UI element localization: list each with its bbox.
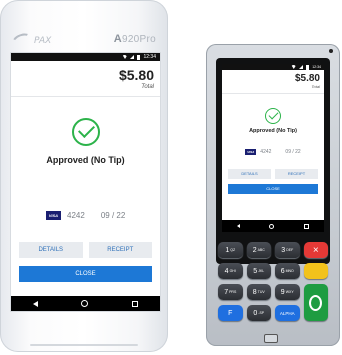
details-button[interactable]: DETAILS	[19, 242, 83, 258]
card-reader-icon	[264, 334, 278, 343]
key-9[interactable]: 9 WXY	[275, 284, 300, 300]
receipt-button[interactable]: RECEIPT	[275, 169, 318, 179]
action-row: DETAILS RECEIPT	[222, 169, 324, 179]
enter-key[interactable]	[303, 284, 328, 321]
recents-icon[interactable]	[304, 223, 310, 229]
key-6[interactable]: 6 MNO	[275, 263, 300, 279]
key-2[interactable]: 2 ABC	[246, 242, 271, 258]
divider	[222, 93, 324, 94]
card-last4: 4242	[67, 211, 85, 220]
pax-logo: PAX	[10, 30, 51, 51]
status-bar: 12:34	[11, 53, 160, 61]
device-chin	[30, 344, 138, 346]
card-info: VISA 4242 09 / 22	[11, 211, 160, 220]
signal-icon	[299, 65, 304, 69]
card-expiry: 09 / 22	[285, 149, 301, 155]
total-label: Total	[311, 84, 320, 89]
battery-icon	[306, 64, 310, 70]
action-row: DETAILS RECEIPT	[11, 242, 160, 258]
close-button[interactable]: CLOSE	[228, 184, 318, 194]
screen: 12:34 $5.80 Total Approved (No Tip) VISA…	[222, 64, 324, 232]
key-f[interactable]: F	[218, 305, 243, 321]
key-8[interactable]: 8 TUV	[246, 284, 271, 300]
home-icon[interactable]	[269, 223, 275, 229]
check-circle-icon	[265, 108, 281, 124]
recents-icon[interactable]	[132, 300, 139, 307]
model-label: A920Pro	[113, 33, 156, 45]
details-button[interactable]: DETAILS	[228, 169, 271, 179]
receipt-button[interactable]: RECEIPT	[88, 242, 152, 258]
key-3[interactable]: 3 DEF	[275, 242, 300, 258]
clock: 12:34	[312, 65, 321, 69]
divider	[11, 96, 160, 97]
visa-icon: VISA	[45, 211, 62, 220]
battery-icon	[137, 54, 141, 60]
approval-status: Approved (No Tip)	[46, 155, 125, 165]
check-circle-icon	[71, 118, 100, 146]
keypad: 1QZ 2ABC 3DEF 4GHI 5JKL 6MNO 7PRS 8TUV 9…	[218, 242, 328, 321]
card-expiry: 09 / 22	[100, 211, 126, 220]
total-label: Total	[141, 84, 154, 90]
signal-icon	[130, 55, 135, 59]
key-1[interactable]: 1 QZ	[218, 242, 243, 258]
terminal-keypad: 12:34 $5.80 Total Approved (No Tip) VISA…	[206, 44, 340, 346]
terminal-a920pro: PAX A920Pro 12:34 $5.80 Total Approved (…	[0, 0, 168, 352]
key-5[interactable]: 5 JKL	[246, 263, 271, 279]
key-7[interactable]: 7 PRS	[218, 284, 243, 300]
wifi-icon	[122, 55, 128, 59]
close-button[interactable]: CLOSE	[19, 266, 152, 282]
clear-key[interactable]	[303, 263, 328, 279]
back-icon[interactable]	[32, 300, 38, 307]
wifi-icon	[291, 65, 297, 69]
key-4[interactable]: 4 GHI	[218, 263, 243, 279]
key-alpha[interactable]: ALPHA	[275, 305, 300, 321]
approval-status: Approved (No Tip)	[249, 128, 297, 134]
key-0[interactable]: 0 -SP	[246, 305, 271, 321]
cancel-key[interactable]	[303, 242, 328, 258]
amount: $5.80	[294, 73, 320, 84]
clock: 12:34	[143, 54, 156, 60]
home-icon[interactable]	[81, 300, 89, 307]
card-last4: 4242	[260, 149, 272, 155]
card-info: VISA 4242 09 / 22	[222, 149, 324, 155]
camera-icon	[329, 49, 333, 53]
amount: $5.80	[118, 67, 154, 83]
android-nav-bar	[11, 296, 160, 311]
visa-icon: VISA	[245, 149, 257, 155]
back-icon[interactable]	[236, 224, 240, 228]
screen: 12:34 $5.80 Total Approved (No Tip) VISA…	[10, 52, 161, 312]
android-nav-bar	[222, 220, 324, 232]
